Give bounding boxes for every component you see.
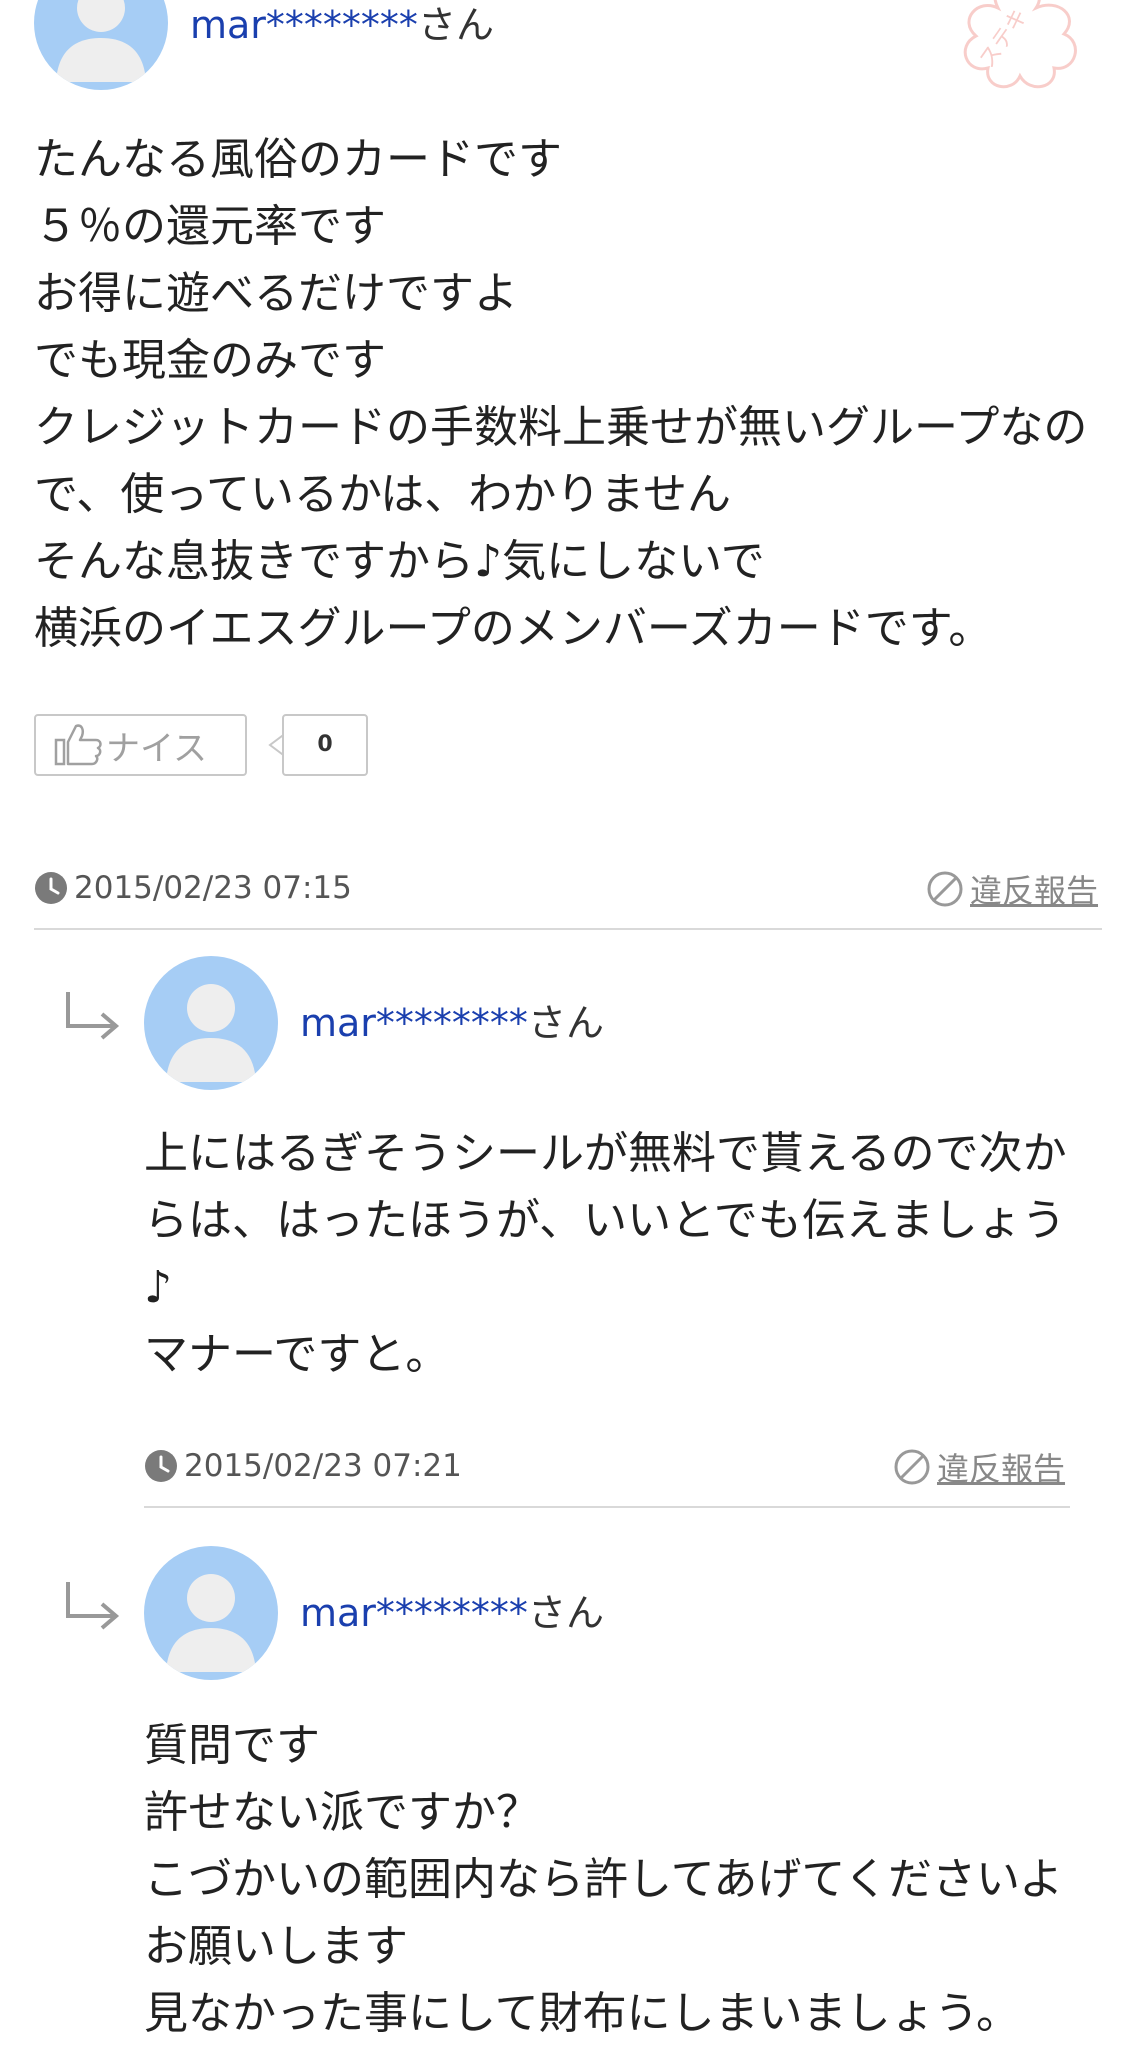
reply-line: らは、はったほうが、いいとでも伝えましょう [144, 1195, 1066, 1246]
reply-avatar[interactable] [144, 956, 278, 1090]
timestamp-text: 2015/02/23 07:15 [74, 870, 352, 906]
reply-line: お願いします [144, 1921, 408, 1972]
prohibited-icon [894, 1449, 930, 1485]
username-honorific: さん [417, 3, 494, 47]
clock-icon [145, 1450, 177, 1482]
reply-username[interactable]: mar********さん [300, 1000, 604, 1046]
person-silhouette-icon [166, 984, 256, 1082]
report-link[interactable]: 違反報告 [926, 866, 1098, 912]
report-link[interactable]: 違反報告 [893, 1444, 1065, 1490]
answer-line: そんな息抜きですから♪気にしないで [34, 536, 765, 587]
reply-body: 質問です 許せない派ですか？ こづかいの範囲内なら許してあげてくださいよ お願い… [144, 1712, 1063, 2047]
username-id[interactable]: mar******** [300, 1591, 528, 1635]
reply-body: 上にはるぎそうシールが無料で貰えるので次か らは、はったほうが、いいとでも伝えま… [144, 1120, 1067, 1388]
sakura-stamp-icon: ステキ [963, 0, 1077, 89]
nice-button[interactable]: ナイス [34, 714, 247, 776]
username-honorific: さん [527, 1591, 604, 1635]
nice-count: 0 [282, 714, 368, 776]
report-label[interactable]: 違反報告 [970, 866, 1098, 912]
username-id[interactable]: mar******** [300, 1001, 528, 1045]
reply-username[interactable]: mar********さん [300, 1590, 604, 1636]
answer-avatar[interactable] [34, 0, 168, 90]
reply-line: 見なかった事にして財布にしまいましょう。 [144, 1988, 1021, 2039]
answer-line: 横浜のイエスグループのメンバーズカードです。 [34, 603, 993, 654]
nice-label: ナイス [106, 728, 207, 769]
reply-arrow-icon [66, 992, 120, 1040]
reply-line: 質問です [144, 1720, 320, 1771]
reply-timestamp: 2015/02/23 07:21 [144, 1448, 462, 1484]
reply-avatar[interactable] [144, 1546, 278, 1680]
reply-line: マナーですと。 [144, 1329, 450, 1380]
prohibited-icon [927, 871, 963, 907]
answer-line: で、使っているかは、わかりません [34, 469, 731, 520]
reply-line: こづかいの範囲内なら許してあげてくださいよ [144, 1854, 1064, 1905]
answer-line: お得に遊べるだけですよ [34, 268, 518, 319]
divider [144, 1506, 1070, 1508]
username-honorific: さん [527, 1001, 604, 1045]
thumbs-up-icon [54, 724, 102, 766]
divider [34, 928, 1102, 930]
answer-line: クレジットカードの手数料上乗せが無いグループなの [34, 402, 1088, 453]
person-silhouette-icon [166, 1574, 256, 1672]
username-id[interactable]: mar******** [190, 3, 418, 47]
reply-line: 上にはるぎそうシールが無料で貰えるので次か [144, 1128, 1067, 1179]
answer-username[interactable]: mar********さん [190, 2, 494, 48]
answer-body: たんなる風俗のカードです ５％の還元率です お得に遊べるだけですよ でも現金のみ… [34, 126, 1087, 662]
person-silhouette-icon [56, 0, 146, 82]
reply-line: 許せない派ですか？ [144, 1787, 540, 1838]
stamp-text: ステキ [975, 4, 1033, 72]
answer-line: ５％の還元率です [34, 201, 386, 252]
answer-timestamp: 2015/02/23 07:15 [34, 870, 352, 906]
clock-icon [35, 872, 67, 904]
report-label[interactable]: 違反報告 [937, 1444, 1065, 1490]
answer-line: たんなる風俗のカードです [34, 134, 562, 185]
reply-line: ♪ [144, 1262, 173, 1313]
reply-arrow-icon [66, 1582, 120, 1630]
answer-line: でも現金のみです [34, 335, 386, 386]
timestamp-text: 2015/02/23 07:21 [184, 1448, 462, 1484]
